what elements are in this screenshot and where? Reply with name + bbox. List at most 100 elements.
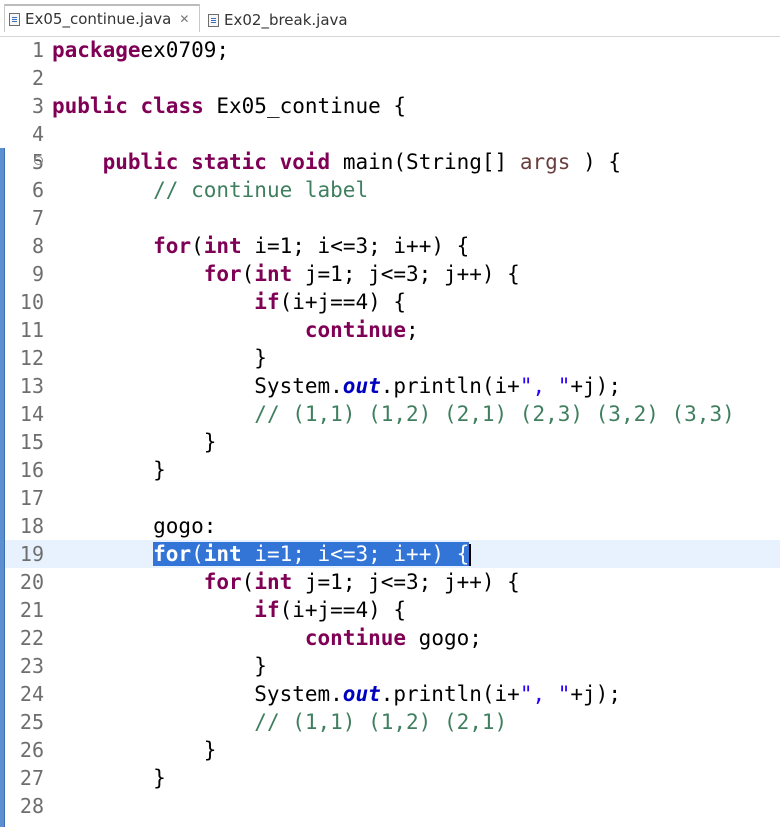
code-token: System. bbox=[52, 374, 343, 398]
code-token: } bbox=[52, 346, 267, 370]
code-token: } bbox=[52, 654, 267, 678]
code-line[interactable]: 3 public class Ex05_continue { bbox=[0, 92, 780, 120]
code-line[interactable]: 8 for(int i=1; i<=3; i++) { bbox=[0, 232, 780, 260]
line-number-text: 12 bbox=[19, 346, 44, 370]
code-editor[interactable]: 1 packageex0709; 2 3 public class Ex05_conti… bbox=[0, 36, 780, 827]
code-line[interactable]: 23 } bbox=[0, 652, 780, 680]
code-text: } bbox=[52, 458, 166, 482]
code-text: public static void main(String[] args ) … bbox=[52, 150, 621, 174]
code-token: } bbox=[52, 738, 217, 762]
code-line[interactable]: 2 bbox=[0, 64, 780, 92]
fold-collapse-icon[interactable] bbox=[34, 156, 43, 165]
tab-label: Ex02_break.java bbox=[224, 11, 348, 29]
code-token: if bbox=[254, 598, 280, 622]
code-token: gogo: bbox=[52, 514, 217, 538]
code-text: continue gogo; bbox=[52, 626, 482, 650]
line-number: 19 bbox=[0, 542, 44, 566]
code-line[interactable]: 20 for(int j=1; j<=3; j++) { bbox=[0, 568, 780, 596]
line-number: 4 bbox=[0, 122, 44, 146]
code-line[interactable]: 24 System.out.println(i+", "+j); bbox=[0, 680, 780, 708]
code-text: if(i+j==4) { bbox=[52, 290, 406, 314]
code-line[interactable]: 9 for(int j=1; j<=3; j++) { bbox=[0, 260, 780, 288]
line-number: 3 bbox=[0, 94, 44, 118]
java-file-icon bbox=[9, 12, 20, 26]
code-token: for bbox=[153, 234, 192, 258]
code-token: ( bbox=[191, 234, 204, 258]
code-line[interactable]: 14 // (1,1) (1,2) (2,1) (2,3) (3,2) (3,3… bbox=[0, 400, 780, 428]
code-line[interactable]: 18 gogo: bbox=[0, 512, 780, 540]
code-token: for bbox=[203, 570, 242, 594]
code-line[interactable]: 15 } bbox=[0, 428, 780, 456]
code-line[interactable]: 22 continue gogo; bbox=[0, 624, 780, 652]
code-token: for bbox=[153, 542, 192, 566]
code-line[interactable]: 16 } bbox=[0, 456, 780, 484]
line-number: 28 bbox=[0, 794, 44, 818]
code-line[interactable]: 19 for(int i=1; i<=3; i++) { bbox=[0, 540, 780, 568]
code-line[interactable]: 12 } bbox=[0, 344, 780, 372]
line-number: 22 bbox=[0, 626, 44, 650]
line-number-text: 27 bbox=[19, 766, 44, 790]
code-token: int bbox=[254, 262, 293, 286]
code-token: // (1,1) (1,2) (2,1) bbox=[254, 710, 508, 734]
line-number: 23 bbox=[0, 654, 44, 678]
line-number-text: 15 bbox=[19, 430, 44, 454]
line-number-text: 28 bbox=[19, 794, 44, 818]
tab-ex02-break[interactable]: Ex02_break.java bbox=[206, 6, 366, 34]
line-number-text: 20 bbox=[19, 570, 44, 594]
code-line[interactable]: 5 public static void main(String[] args … bbox=[0, 148, 780, 176]
code-line[interactable]: 10 if(i+j==4) { bbox=[0, 288, 780, 316]
line-number: 2 bbox=[0, 66, 44, 90]
code-text: packageex0709; bbox=[52, 38, 229, 62]
tab-ex05-continue[interactable]: Ex05_continue.java ✕ bbox=[4, 4, 200, 32]
code-line[interactable]: 25 // (1,1) (1,2) (2,1) bbox=[0, 708, 780, 736]
code-token: ex0709; bbox=[140, 38, 230, 62]
code-line[interactable]: 21 if(i+j==4) { bbox=[0, 596, 780, 624]
code-token: ; bbox=[406, 318, 419, 342]
code-token: } bbox=[52, 766, 166, 790]
line-number-text: 10 bbox=[19, 290, 44, 314]
code-text: } bbox=[52, 430, 217, 454]
line-number: 25 bbox=[0, 710, 44, 734]
code-token: ) { bbox=[570, 150, 621, 174]
code-token: package bbox=[52, 38, 141, 62]
close-icon[interactable]: ✕ bbox=[179, 12, 189, 26]
code-line[interactable]: 27 } bbox=[0, 764, 780, 792]
line-number: 17 bbox=[0, 486, 44, 510]
line-number: 6 bbox=[0, 178, 44, 202]
code-text: } bbox=[52, 346, 267, 370]
code-line[interactable]: 4 bbox=[0, 120, 780, 148]
code-token: out bbox=[342, 682, 381, 706]
code-line[interactable]: 6 // continue label bbox=[0, 176, 780, 204]
text-caret bbox=[469, 544, 472, 566]
code-token: ( bbox=[191, 542, 204, 566]
code-line[interactable]: 26 } bbox=[0, 736, 780, 764]
code-text: } bbox=[52, 766, 166, 790]
line-number: 8 bbox=[0, 234, 44, 258]
code-token: public bbox=[102, 150, 179, 174]
code-line[interactable]: 28 bbox=[0, 792, 780, 820]
code-token: // (1,1) (1,2) (2,1) (2,3) (3,2) (3,3) bbox=[254, 402, 735, 426]
code-token: args bbox=[519, 150, 571, 174]
code-line[interactable]: 13 System.out.println(i+", "+j); bbox=[0, 372, 780, 400]
code-line[interactable]: 11 continue; bbox=[0, 316, 780, 344]
text-selection[interactable]: for(int i=1; i<=3; i++) { bbox=[153, 542, 470, 566]
code-line[interactable]: 1 packageex0709; bbox=[0, 36, 780, 64]
line-number: 21 bbox=[0, 598, 44, 622]
code-line[interactable]: 7 bbox=[0, 204, 780, 232]
code-token: (i+j==4) { bbox=[279, 290, 407, 314]
code-token: Ex05_continue { bbox=[203, 94, 407, 118]
line-number: 12 bbox=[0, 346, 44, 370]
code-line[interactable]: 17 bbox=[0, 484, 780, 512]
line-number-text: 6 bbox=[31, 178, 44, 202]
java-file-icon bbox=[208, 13, 219, 27]
code-text: for(int i=1; i<=3; i++) { bbox=[52, 234, 469, 258]
code-text: for(int i=1; i<=3; i++) { bbox=[52, 542, 472, 566]
